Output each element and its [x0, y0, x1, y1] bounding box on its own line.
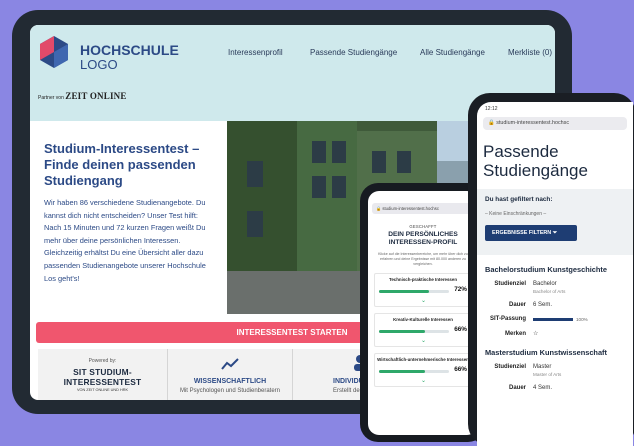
star-icon[interactable]: ☆: [533, 331, 538, 338]
row-value: 4 Sem.: [533, 385, 553, 391]
interest-bar: [379, 290, 449, 293]
program-title[interactable]: Bachelorstudium Kunstgeschichte: [485, 265, 633, 274]
program-title[interactable]: Masterstudium Kunstwissenschaft: [485, 348, 633, 357]
feature-subtitle: Mit Psychologen und Studienberatern: [179, 388, 281, 394]
degree: Bachelor: [533, 281, 557, 287]
lock-icon: 🔒: [488, 120, 497, 126]
phone-results: 12:12 🔒 studium-interessentest.hochsc Pa…: [468, 93, 634, 446]
status-bar: [368, 191, 478, 202]
program-row: Dauer 6 Sem.: [477, 302, 633, 309]
hero-title: Studium-Interessentest – Finde deinen pa…: [44, 141, 200, 188]
interest-card[interactable]: Kreativ-Kulturelle Interessen 66% ⌄: [374, 313, 472, 347]
filter-box: Du hast gefiltert nach: – Keine Einschrä…: [477, 189, 633, 255]
program-row: Studienziel Bachelor Bachelor of Arts: [477, 281, 633, 295]
logo-title: HOCHSCHULE: [80, 42, 179, 58]
program-row: SIT-Passung 100%: [477, 316, 633, 324]
interest-percent: 66%: [454, 366, 467, 373]
phone-results-screen: 12:12 🔒 studium-interessentest.hochsc Pa…: [477, 102, 633, 446]
row-key: Merken: [504, 331, 526, 337]
filter-none: – Keine Einschränkungen –: [485, 211, 547, 217]
filter-label: Du hast gefiltert nach:: [485, 196, 553, 203]
partner-prefix: Partner von: [38, 95, 64, 101]
interest-label: Technisch-praktische Interessen: [389, 277, 457, 282]
interest-label: Kreativ-Kulturelle Interessen: [393, 317, 453, 322]
profile-title: DEIN PERSÖNLICHES INTERESSEN-PROFIL: [388, 231, 458, 246]
nav-interessenprofil[interactable]: Interessenprofil: [228, 48, 283, 57]
feature-wissenschaftlich: WISSENSCHAFTLICH Mit Psychologen und Stu…: [168, 349, 293, 400]
program-row: Studienziel Master Master of Arts: [477, 364, 633, 378]
interest-percent: 72%: [454, 286, 467, 293]
interest-bar: [379, 370, 449, 373]
phone-profile-screen: 🔒 studium-interessentest.hochsc GESCHAFF…: [368, 191, 478, 435]
results-title: Passende Studiengänge: [483, 142, 588, 180]
feature-title: WISSENSCHAFTLICH: [193, 378, 267, 385]
row-key: SIT-Passung: [489, 316, 526, 322]
interest-label: Wirtschaftlich-unternehmerische Interess…: [377, 357, 469, 362]
degree-sub: Bachelor of Arts: [533, 289, 566, 294]
sit-logo: SIT STUDIUM-INTERESSENTEST: [63, 367, 142, 387]
interest-card[interactable]: Wirtschaftlich-unternehmerische Interess…: [374, 353, 472, 387]
fit-bar: [533, 318, 573, 321]
interest-bar-fill: [379, 290, 430, 293]
trend-chart-icon: [221, 358, 239, 370]
fit-percent: 100%: [576, 317, 588, 322]
chevron-down-icon[interactable]: ⌄: [421, 337, 426, 344]
sit-badge: Powered by: SIT STUDIUM-INTERESSENTEST V…: [38, 349, 168, 400]
degree: Master: [533, 364, 552, 370]
interest-card[interactable]: Technisch-praktische Interessen 72% ⌄: [374, 273, 472, 307]
url-text: studium-interessentest.hochsc: [496, 120, 570, 126]
row-key: Dauer: [508, 385, 526, 391]
nav-merkliste[interactable]: Merkliste (0): [508, 48, 552, 57]
row-value: Master Master of Arts: [533, 364, 561, 378]
program-row: Merken ☆: [477, 331, 633, 338]
status-bar: 12:12: [477, 102, 633, 116]
interest-bar-fill: [379, 370, 426, 373]
zeit-online-logo[interactable]: ZEIT ONLINE: [65, 91, 126, 101]
row-value: 100%: [533, 316, 588, 324]
program-row: Dauer 4 Sem.: [477, 385, 633, 392]
nav-passende-studiengaenge[interactable]: Passende Studiengänge: [310, 48, 397, 57]
profile-description: Klicke auf die Interessenbereiche, um me…: [378, 252, 468, 266]
row-key: Studienziel: [494, 364, 526, 370]
chevron-down-icon[interactable]: ⌄: [421, 297, 426, 304]
status-time: 12:12: [485, 106, 498, 112]
interest-percent: 66%: [454, 326, 467, 333]
logo-subtitle: LOGO: [80, 57, 118, 72]
row-value: 6 Sem.: [533, 302, 553, 308]
interest-bar: [379, 330, 449, 333]
row-value: Bachelor Bachelor of Arts: [533, 281, 565, 295]
interest-bar-fill: [379, 330, 426, 333]
address-bar[interactable]: 🔒 studium-interessentest.hochsc: [483, 117, 627, 130]
url-text: studium-interessentest.hochsc: [382, 206, 439, 211]
filter-button-label: ERGEBNISSE FILTERN: [492, 230, 552, 236]
hochschule-logo-icon[interactable]: [38, 34, 70, 72]
row-key: Studienziel: [494, 281, 526, 287]
row-key: Dauer: [508, 302, 526, 308]
partner-line: Partner von ZEIT ONLINE: [38, 91, 127, 101]
profile-kicker: GESCHAFFT: [409, 224, 437, 229]
degree-sub: Master of Arts: [533, 372, 562, 377]
hero-text: Studium-Interessentest – Finde deinen pa…: [30, 121, 227, 314]
address-bar[interactable]: 🔒 studium-interessentest.hochsc: [372, 203, 474, 214]
nav-alle-studiengaenge[interactable]: Alle Studiengänge: [420, 48, 485, 57]
powered-by-label: Powered by:: [88, 358, 117, 364]
sit-logo-sub: VON ZEIT ONLINE UND HRK: [77, 388, 128, 392]
chevron-down-icon[interactable]: ⌄: [421, 377, 426, 384]
funnel-icon: ⏷: [552, 230, 558, 236]
hero-body: Wir haben 86 verschiedene Studienangebot…: [44, 198, 206, 283]
filter-results-button[interactable]: ERGEBNISSE FILTERN ⏷: [485, 225, 577, 241]
